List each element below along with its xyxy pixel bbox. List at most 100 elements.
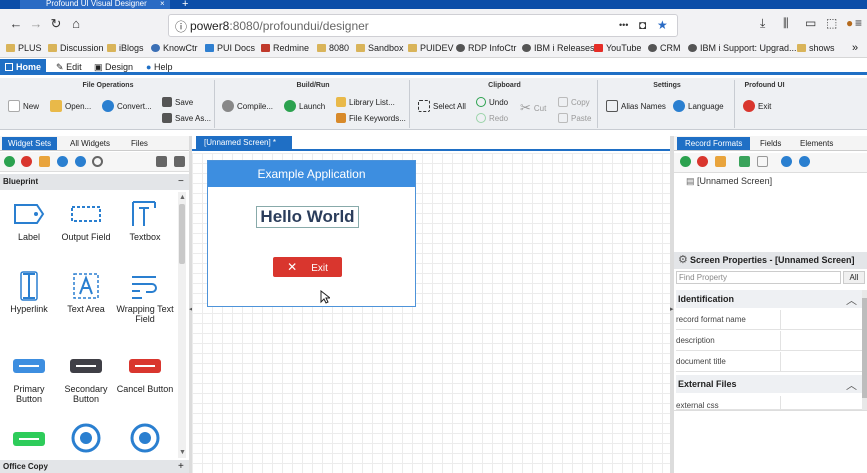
file-keywords-button[interactable]: File Keywords... xyxy=(336,113,406,123)
copy-record-icon[interactable] xyxy=(739,156,750,167)
bookmark-item[interactable]: PLUS xyxy=(6,41,42,55)
pencil-icon[interactable] xyxy=(39,156,50,167)
prop-row[interactable]: description xyxy=(676,331,862,351)
record-up-icon[interactable] xyxy=(781,156,792,167)
tab-record-formats[interactable]: Record Formats xyxy=(677,137,751,150)
language-button[interactable]: Language xyxy=(673,100,724,112)
save-button[interactable]: Save xyxy=(162,97,193,107)
screenshot-icon[interactable]: ⬚ xyxy=(826,16,837,30)
properties-icon[interactable] xyxy=(757,156,768,167)
prop-value[interactable] xyxy=(780,396,862,409)
left-scroll-thumb[interactable] xyxy=(179,204,185,264)
tab-unnamed-screen[interactable]: [Unnamed Screen] * xyxy=(196,136,292,150)
scroll-up-icon[interactable]: ▲ xyxy=(179,194,186,201)
expand-icon[interactable]: + xyxy=(178,460,184,473)
chevron-up-icon[interactable]: ︿ xyxy=(846,377,857,393)
section-office-copy[interactable]: Office Copy xyxy=(0,460,190,473)
menu-help[interactable]: ● Help xyxy=(146,59,172,75)
bookmark-item[interactable]: iBlogs xyxy=(107,41,144,55)
exit-button[interactable]: ✕ Exit xyxy=(273,257,342,277)
export-icon[interactable] xyxy=(174,156,185,167)
widget-green-button[interactable] xyxy=(12,431,46,449)
scroll-down-icon[interactable]: ▼ xyxy=(179,449,186,456)
collapse-icon[interactable]: − xyxy=(178,174,184,190)
menu-design[interactable]: ▣ Design xyxy=(94,59,133,75)
menu-icon[interactable]: ≡ xyxy=(855,16,862,30)
bookmark-item[interactable]: IBM i Releases xyxy=(522,41,595,55)
prop-row[interactable]: record format name xyxy=(676,310,862,330)
copy-button[interactable]: Copy xyxy=(558,97,590,107)
pocket-icon[interactable]: ◘ xyxy=(639,18,646,32)
new-button[interactable]: New xyxy=(8,100,39,112)
widget-primary-button[interactable]: Primary Button xyxy=(0,350,58,404)
prop-value[interactable] xyxy=(780,310,862,330)
app-title[interactable]: Example Application xyxy=(208,161,415,187)
cut-button[interactable]: ✂ Cut xyxy=(520,100,546,116)
convert-button[interactable]: Convert... xyxy=(102,100,152,112)
library-icon[interactable]: ⫼ xyxy=(783,16,789,31)
bookmark-star-icon[interactable]: ★ xyxy=(657,18,668,32)
section-identification[interactable]: Identification xyxy=(676,290,862,308)
add-record-icon[interactable] xyxy=(680,156,691,167)
remove-record-icon[interactable] xyxy=(697,156,708,167)
bookmarks-overflow-icon[interactable]: » xyxy=(852,41,858,55)
prop-row[interactable]: document title xyxy=(676,352,862,372)
save-as-button[interactable]: Save As... xyxy=(162,113,211,123)
section-external-files[interactable]: External Files xyxy=(676,375,862,393)
paste-button[interactable]: Paste xyxy=(558,113,591,123)
bookmark-item[interactable]: IBM i Support: Upgrad... xyxy=(688,41,797,55)
designer-exit-button[interactable]: Exit xyxy=(743,100,771,112)
back-icon[interactable]: ← xyxy=(8,16,24,32)
undo-button[interactable]: Undo xyxy=(476,97,508,107)
download-icon[interactable]: ⤓ xyxy=(760,16,765,31)
bookmark-item[interactable]: Sandbox xyxy=(356,41,404,55)
remove-icon[interactable] xyxy=(21,156,32,167)
compile-button[interactable]: Compile... xyxy=(222,100,273,112)
move-up-icon[interactable] xyxy=(57,156,68,167)
section-blueprint[interactable]: Blueprint xyxy=(0,174,190,190)
bookmark-item[interactable]: Discussion xyxy=(48,41,104,55)
record-down-icon[interactable] xyxy=(799,156,810,167)
import-icon[interactable] xyxy=(156,156,167,167)
info-icon[interactable]: ⓘ xyxy=(175,18,187,35)
find-all-button[interactable]: All xyxy=(843,271,865,284)
bookmark-item[interactable]: CRM xyxy=(648,41,681,55)
url-text[interactable]: power8:8080/profoundui/designer xyxy=(190,19,369,33)
tab-elements[interactable]: Elements xyxy=(792,137,841,150)
widget-radio-button-alt[interactable] xyxy=(130,423,160,455)
bookmark-item[interactable]: YouTube xyxy=(594,41,641,55)
bookmark-item[interactable]: KnowCtr xyxy=(151,41,198,55)
page-actions-icon[interactable]: ••• xyxy=(619,20,628,30)
tab-fields[interactable]: Fields xyxy=(752,137,789,150)
bookmark-item[interactable]: PUIDEV xyxy=(408,41,454,55)
tab-all-widgets[interactable]: All Widgets xyxy=(64,137,116,150)
properties-scroll-thumb[interactable] xyxy=(862,298,867,398)
bookmark-item[interactable]: PUI Docs xyxy=(205,41,255,55)
widget-output-field[interactable]: Output Field xyxy=(57,198,115,242)
alias-names-button[interactable]: Alias Names xyxy=(606,100,666,112)
prop-row[interactable]: external css xyxy=(676,396,862,410)
widget-cancel-button[interactable]: Cancel Button xyxy=(116,350,174,394)
select-all-button[interactable]: Select All xyxy=(418,100,466,112)
tab-files[interactable]: Files xyxy=(125,137,154,150)
home-icon[interactable]: ⌂ xyxy=(68,16,84,32)
bookmark-item[interactable]: 8080 xyxy=(317,41,349,55)
open-button[interactable]: Open... xyxy=(50,100,91,112)
prop-value[interactable] xyxy=(780,331,862,351)
find-property-input[interactable]: Find Property xyxy=(676,271,841,284)
widget-secondary-button[interactable]: Secondary Button xyxy=(57,350,115,404)
sidebar-icon[interactable]: ▭ xyxy=(805,16,816,30)
move-down-icon[interactable] xyxy=(75,156,86,167)
tab-close-icon[interactable]: × xyxy=(160,0,165,8)
library-list-button[interactable]: Library List... xyxy=(336,97,395,107)
forward-icon[interactable]: → xyxy=(28,16,44,32)
widget-wrapping-text-field[interactable]: Wrapping Text Field xyxy=(116,270,174,324)
chevron-up-icon[interactable]: ︿ xyxy=(846,292,857,308)
widget-text-area[interactable]: Text Area xyxy=(57,270,115,314)
settings-icon[interactable] xyxy=(92,156,103,167)
menu-edit[interactable]: ✎ Edit xyxy=(56,59,82,75)
extension-icon[interactable]: ● xyxy=(846,16,853,30)
tab-widget-sets[interactable]: Widget Sets xyxy=(2,137,58,150)
widget-textbox[interactable]: Textbox xyxy=(116,198,174,242)
reload-icon[interactable]: ↻ xyxy=(48,16,64,32)
